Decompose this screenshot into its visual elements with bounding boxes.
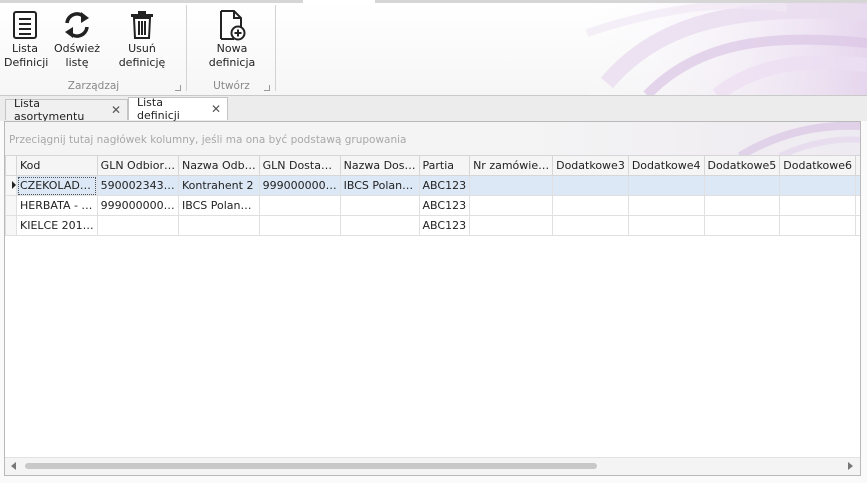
table-cell[interactable]: 999000000… bbox=[258, 175, 341, 196]
refresh-icon bbox=[54, 8, 100, 42]
table-cell[interactable] bbox=[779, 215, 856, 236]
list-definitions-label: Lista Definicji bbox=[4, 42, 49, 69]
refresh-list-label: Odśwież listę bbox=[54, 42, 100, 69]
trash-icon bbox=[104, 8, 180, 42]
new-document-icon bbox=[193, 8, 271, 42]
column-header-gln-dostawcy[interactable]: GLN Dosta… bbox=[258, 155, 341, 176]
ribbon-group-manage: Lista Definicji Odśwież listę Usuń defin… bbox=[0, 3, 187, 95]
table-row[interactable]: CZEKOLAD… 590002343… Kontrahent 2 999000… bbox=[5, 175, 860, 196]
table-header-row: Kod GLN Odbior… Nazwa Odb… GLN Dosta… Na… bbox=[5, 155, 860, 176]
table-row[interactable]: KIELCE 201… ABC123 bbox=[5, 215, 860, 236]
column-header-nazwa-dostawcy[interactable]: Nazwa Dos… bbox=[339, 155, 420, 176]
group-launcher-icon[interactable] bbox=[175, 85, 181, 91]
table-cell[interactable]: IBCS Polan… bbox=[177, 195, 260, 216]
table-cell[interactable] bbox=[339, 195, 420, 216]
table-cell[interactable] bbox=[552, 215, 629, 236]
list-definitions-button[interactable]: Lista Definicji bbox=[4, 8, 49, 70]
table-cell[interactable] bbox=[339, 215, 420, 236]
delete-definition-button[interactable]: Usuń definicję bbox=[104, 8, 180, 70]
scroll-left-icon[interactable] bbox=[11, 462, 16, 470]
table-cell[interactable]: ABC123 bbox=[418, 215, 471, 236]
tab-label: Lista definicji bbox=[137, 96, 180, 122]
table-cell[interactable]: KIELCE 201… bbox=[16, 215, 98, 236]
decorative-swirl bbox=[567, 3, 867, 95]
column-header-dodatkowe5[interactable]: Dodatkowe5 bbox=[703, 155, 781, 176]
close-icon[interactable]: ✕ bbox=[211, 102, 221, 116]
column-header-dodatkowe3[interactable]: Dodatkowe3 bbox=[552, 155, 629, 176]
scroll-right-icon[interactable] bbox=[848, 462, 853, 470]
table-cell[interactable] bbox=[779, 175, 856, 196]
group-label-manage: Zarządzaj bbox=[67, 80, 120, 92]
table-cell[interactable] bbox=[469, 175, 554, 196]
document-tab-bar: Lista asortymentu ✕ Lista definicji ✕ bbox=[0, 96, 867, 123]
column-header-partia[interactable]: Partia bbox=[418, 155, 471, 176]
column-header-dodatkowe6[interactable]: Dodatkowe6 bbox=[779, 155, 856, 176]
group-label-create: Utwórz bbox=[213, 80, 250, 92]
table-cell[interactable] bbox=[703, 195, 781, 216]
table-cell[interactable] bbox=[258, 195, 341, 216]
table-cell[interactable] bbox=[703, 215, 781, 236]
scrollbar-thumb[interactable] bbox=[25, 463, 597, 469]
table-cell[interactable] bbox=[779, 195, 856, 216]
tab-label: Lista asortymentu bbox=[14, 97, 85, 123]
table-cell[interactable] bbox=[854, 175, 860, 196]
table-cell[interactable] bbox=[627, 195, 705, 216]
table-row[interactable]: HERBATA - … 999000000… IBCS Polan… ABC12… bbox=[5, 195, 860, 216]
table-cell[interactable] bbox=[552, 175, 629, 196]
row-indicator bbox=[5, 195, 17, 216]
table-cell[interactable] bbox=[703, 175, 781, 196]
column-header-gln-odbiorcy[interactable]: GLN Odbior… bbox=[96, 155, 179, 176]
table-cell[interactable] bbox=[854, 215, 860, 236]
definitions-grid-panel: Przeciągnij tutaj nagłówek kolumny, jeśl… bbox=[4, 121, 861, 476]
table-cell[interactable] bbox=[96, 215, 179, 236]
table-cell[interactable]: ABC123 bbox=[418, 175, 471, 196]
table-cell[interactable]: 590002343… bbox=[96, 175, 179, 196]
ribbon: Lista Definicji Odśwież listę Usuń defin… bbox=[0, 3, 867, 96]
group-launcher-icon[interactable] bbox=[264, 85, 270, 91]
delete-definition-label: Usuń definicję bbox=[118, 42, 166, 69]
table-cell[interactable] bbox=[469, 215, 554, 236]
table-cell[interactable] bbox=[258, 215, 341, 236]
list-icon bbox=[4, 8, 46, 42]
tab-lista-asortymentu[interactable]: Lista asortymentu ✕ bbox=[5, 97, 128, 123]
table-cell[interactable] bbox=[627, 215, 705, 236]
column-header-dodatkowe7[interactable]: Do bbox=[854, 155, 860, 176]
table-cell[interactable]: ABC123 bbox=[418, 195, 471, 216]
column-header-kod[interactable]: Kod bbox=[16, 155, 98, 176]
new-definition-label: Nowa definicja bbox=[208, 42, 256, 69]
group-separator bbox=[275, 5, 276, 91]
table-cell[interactable]: 999000000… bbox=[96, 195, 179, 216]
current-row-arrow-icon bbox=[12, 181, 16, 189]
column-header-dodatkowe4[interactable]: Dodatkowe4 bbox=[627, 155, 705, 176]
row-indicator-header bbox=[5, 155, 17, 176]
table-cell[interactable]: CZEKOLAD… bbox=[16, 175, 98, 196]
close-icon[interactable]: ✕ bbox=[111, 103, 121, 117]
group-by-hint: Przeciągnij tutaj nagłówek kolumny, jeśl… bbox=[9, 134, 407, 146]
table-cell[interactable]: Kontrahent 2 bbox=[177, 175, 260, 196]
table-cell[interactable] bbox=[854, 195, 860, 216]
table-cell[interactable]: IBCS Polan… bbox=[339, 175, 420, 196]
row-indicator bbox=[5, 175, 17, 196]
group-by-panel[interactable]: Przeciągnij tutaj nagłówek kolumny, jeśl… bbox=[5, 122, 860, 156]
column-header-nr-zamowienia[interactable]: Nr zamówie… bbox=[469, 155, 554, 176]
new-definition-button[interactable]: Nowa definicja bbox=[193, 8, 271, 70]
tab-lista-definicji[interactable]: Lista definicji ✕ bbox=[128, 96, 228, 122]
ribbon-group-create: Nowa definicja Utwórz bbox=[187, 3, 276, 95]
definitions-table: Kod GLN Odbior… Nazwa Odb… GLN Dosta… Na… bbox=[5, 155, 860, 236]
table-cell[interactable] bbox=[469, 195, 554, 216]
refresh-list-button[interactable]: Odśwież listę bbox=[54, 8, 100, 70]
column-header-nazwa-odbiorcy[interactable]: Nazwa Odb… bbox=[177, 155, 260, 176]
table-cell[interactable] bbox=[552, 195, 629, 216]
table-cell[interactable]: HERBATA - … bbox=[16, 195, 98, 216]
table-cell[interactable] bbox=[177, 215, 260, 236]
horizontal-scrollbar[interactable] bbox=[5, 457, 860, 475]
table-cell[interactable] bbox=[627, 175, 705, 196]
decorative-swirl bbox=[737, 122, 860, 156]
row-indicator bbox=[5, 215, 17, 236]
